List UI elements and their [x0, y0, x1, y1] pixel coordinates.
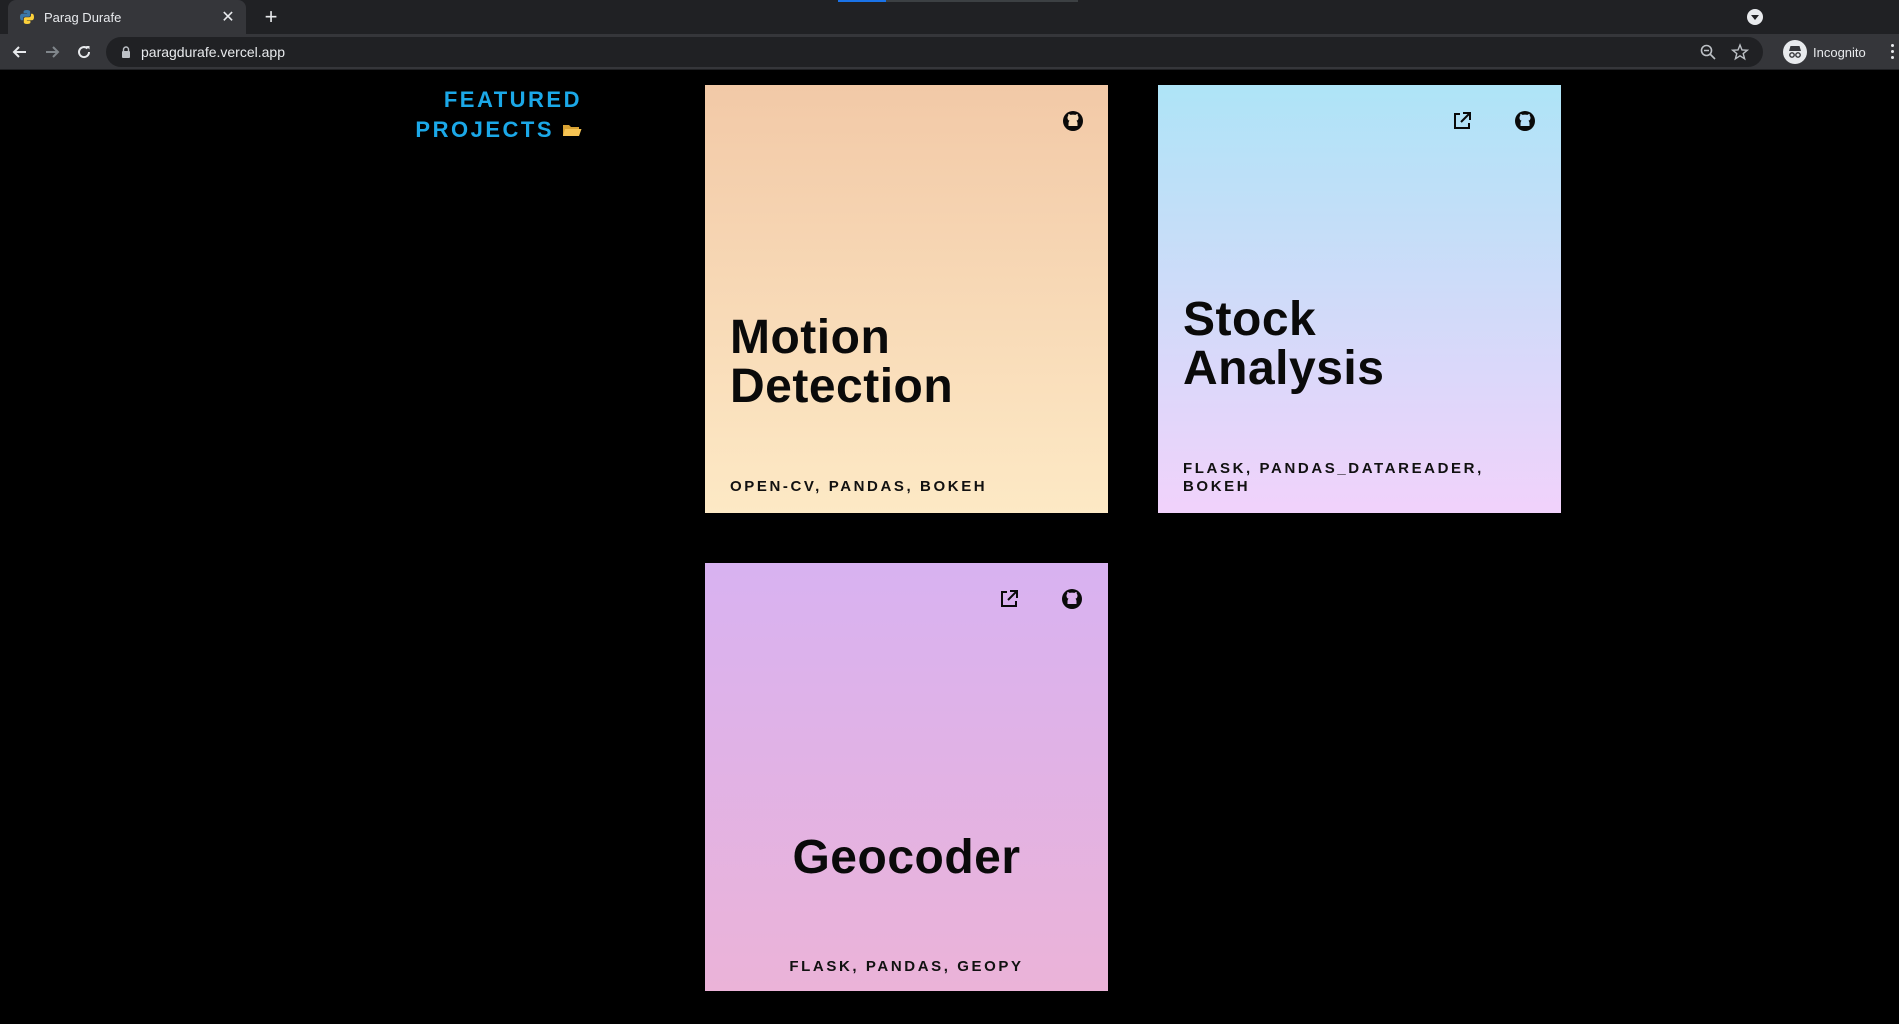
loading-bar	[838, 0, 1078, 2]
project-tags: FLASK, PANDAS_DATAREADER, BOKEH	[1183, 460, 1484, 496]
project-tags: FLASK, PANDAS, GEOPY	[789, 958, 1024, 975]
arrow-left-icon	[12, 46, 26, 58]
heading-line-projects: PROJECTS	[360, 115, 582, 145]
heading-projects-text: PROJECTS	[415, 117, 554, 142]
project-title: Geocoder	[792, 831, 1021, 884]
project-title: Stock Analysis	[1183, 295, 1384, 393]
heading-line-featured: FEATURED	[443, 87, 582, 112]
python-logo-icon	[20, 10, 34, 24]
incognito-icon	[1783, 40, 1807, 64]
github-icon[interactable]	[1060, 587, 1084, 611]
tab-search-icon[interactable]	[1747, 9, 1763, 25]
project-title-line: Detection	[730, 360, 954, 413]
address-bar[interactable]: paragdurafe.vercel.app	[106, 37, 1763, 67]
incognito-profile[interactable]: Incognito	[1783, 39, 1866, 65]
project-card-geocoder[interactable]: Geocoder FLASK, PANDAS, GEOPY	[705, 563, 1108, 991]
project-title-line: Motion	[730, 311, 891, 364]
bookmark-star-icon[interactable]	[1731, 43, 1749, 61]
forward-button[interactable]	[38, 38, 66, 66]
new-tab-button[interactable]: +	[258, 4, 284, 30]
url-text[interactable]: paragdurafe.vercel.app	[141, 44, 1699, 60]
github-icon[interactable]	[1061, 109, 1085, 133]
external-link-icon[interactable]	[997, 587, 1021, 611]
github-icon[interactable]	[1513, 109, 1537, 133]
tab-title: Parag Durafe	[44, 9, 122, 25]
back-button[interactable]	[6, 38, 34, 66]
page-content: FEATURED PROJECTS Motion Detection OPEN-…	[0, 71, 1899, 1024]
zoom-icon[interactable]	[1699, 43, 1717, 61]
incognito-label: Incognito	[1813, 44, 1866, 60]
project-card-stock-analysis[interactable]: Stock Analysis FLASK, PANDAS_DATAREADER,…	[1158, 85, 1561, 513]
close-tab-icon[interactable]: ✕	[218, 7, 238, 27]
project-tags: OPEN-CV, PANDAS, BOKEH	[730, 478, 988, 495]
arrow-right-icon	[46, 46, 60, 58]
project-title-line: Stock	[1183, 293, 1317, 346]
browser-toolbar: paragdurafe.vercel.app Incognito	[0, 34, 1899, 70]
section-heading: FEATURED PROJECTS	[360, 85, 582, 145]
project-title-line: Analysis	[1183, 342, 1385, 395]
reload-icon	[78, 46, 91, 59]
project-tags-line: FLASK, PANDAS_DATAREADER,	[1183, 460, 1484, 477]
folder-icon	[563, 125, 582, 136]
project-tags-line: BOKEH	[1183, 478, 1251, 495]
project-title: Motion Detection	[730, 313, 953, 411]
lock-icon[interactable]	[120, 46, 132, 58]
browser-menu-icon[interactable]	[1889, 42, 1897, 62]
project-card-motion-detection[interactable]: Motion Detection OPEN-CV, PANDAS, BOKEH	[705, 85, 1108, 513]
reload-button[interactable]	[70, 38, 98, 66]
external-link-icon[interactable]	[1450, 109, 1474, 133]
browser-tab[interactable]: Parag Durafe ✕	[8, 0, 246, 34]
tab-strip: Parag Durafe ✕ +	[0, 0, 1899, 34]
